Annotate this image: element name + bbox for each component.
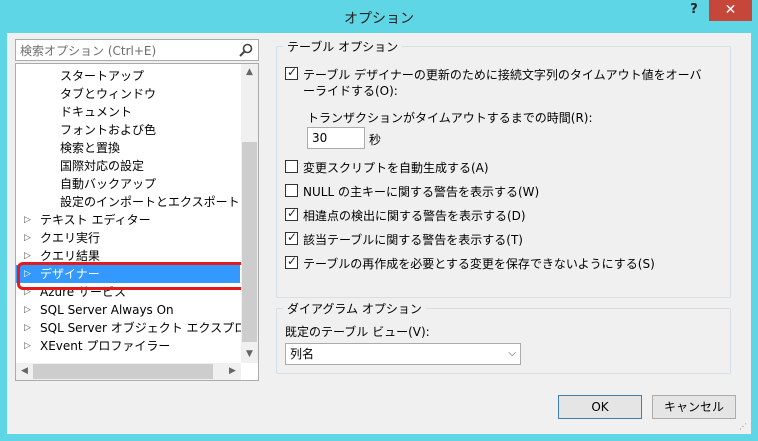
expand-arrow-icon[interactable]: ▷ xyxy=(24,319,34,337)
search-icon xyxy=(239,43,253,57)
expand-arrow-icon[interactable]: ▷ xyxy=(24,211,34,229)
scroll-thumb-horizontal[interactable] xyxy=(33,364,213,379)
options-dialog: オプション ? ✕ 検索オプション (Ctrl+E) スタートアップ タブとウィ… xyxy=(0,0,758,441)
timeout-override-label-line2: ーライドする(O): xyxy=(303,84,398,98)
default-table-view-dropdown[interactable]: 列名 ⌵ xyxy=(285,343,521,365)
tree-vertical-scrollbar[interactable]: ▲ ▼ xyxy=(241,64,258,363)
scroll-right-icon[interactable]: ▶ xyxy=(224,363,241,380)
scroll-up-icon[interactable]: ▲ xyxy=(241,64,258,81)
checkmark-icon: ✓ xyxy=(287,230,298,244)
search-placeholder: 検索オプション (Ctrl+E) xyxy=(20,44,157,58)
scroll-down-icon[interactable]: ▼ xyxy=(241,346,258,363)
cancel-button[interactable]: キャンセル xyxy=(652,395,736,419)
ok-button[interactable]: OK xyxy=(558,395,642,419)
dialog-client-area: 検索オプション (Ctrl+E) スタートアップ タブとウィンドウ ドキュメント… xyxy=(7,33,751,434)
scroll-left-icon[interactable]: ◀ xyxy=(16,363,33,380)
table-options-group: テーブル オプション ✓ テーブル デザイナーの更新のために接続文字列のタイムア… xyxy=(276,38,731,298)
search-input[interactable]: 検索オプション (Ctrl+E) xyxy=(15,39,259,61)
chevron-down-icon: ⌵ xyxy=(508,348,516,359)
diagram-options-group: ダイアグラム オプション 既定のテーブル ビュー(V): 列名 ⌵ xyxy=(276,300,731,374)
table-options-title: テーブル オプション xyxy=(283,38,403,55)
expand-arrow-icon[interactable]: ▷ xyxy=(24,229,34,247)
checkmark-icon: ✓ xyxy=(287,206,298,220)
tree-horizontal-scrollbar[interactable]: ◀ ▶ xyxy=(16,363,241,380)
checkmark-icon: ✓ xyxy=(287,65,298,79)
window-title: オプション xyxy=(344,11,414,27)
annotation-highlight xyxy=(17,262,251,290)
resize-grip-icon[interactable]: ⋰ xyxy=(739,422,749,432)
options-tree[interactable]: スタートアップ タブとウィンドウ ドキュメント フォントおよび色 検索と置換 国… xyxy=(15,63,259,381)
expand-arrow-icon[interactable]: ▷ xyxy=(24,337,34,355)
title-bar: オプション ? ✕ xyxy=(0,0,758,33)
help-button[interactable]: ? xyxy=(684,2,704,22)
transaction-timeout-label: トランザクションがタイムアウトするまでの時間(R): xyxy=(307,111,593,125)
transaction-timeout-input[interactable]: 30 xyxy=(307,127,365,149)
close-button[interactable]: ✕ xyxy=(709,0,752,21)
diagram-options-title: ダイアグラム オプション xyxy=(283,300,426,317)
default-table-view-label: 既定のテーブル ビュー(V): xyxy=(285,325,430,339)
scroll-thumb[interactable] xyxy=(242,142,257,342)
checkmark-icon: ✓ xyxy=(287,254,298,268)
expand-arrow-icon[interactable]: ▷ xyxy=(24,301,34,319)
transaction-timeout-unit: 秒 xyxy=(369,133,382,147)
